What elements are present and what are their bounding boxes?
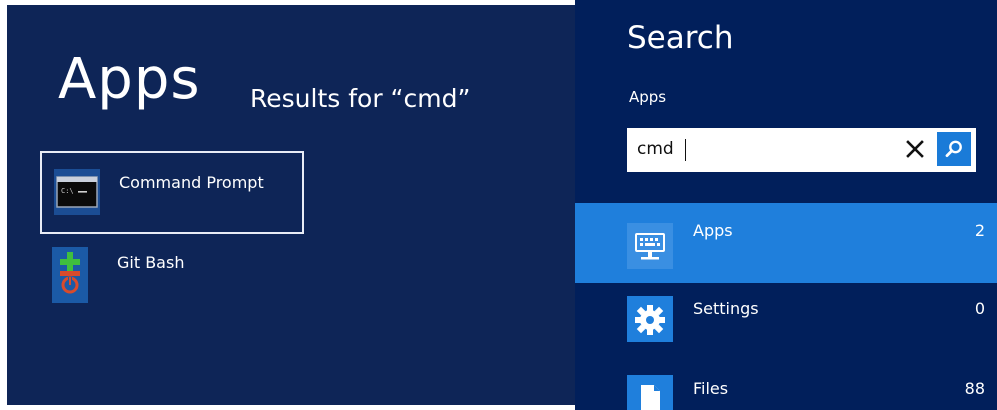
app-result-label: Command Prompt (119, 173, 264, 192)
git-bash-icon-graphic (60, 252, 80, 294)
windows-search-screen: Apps Results for “cmd” C:\ Command Promp… (0, 0, 997, 410)
search-pane: Search Apps cmd Apps 2 Settings 0 Files … (575, 0, 997, 410)
search-icon (945, 140, 962, 157)
git-bash-icon (52, 247, 88, 303)
search-box (627, 128, 976, 172)
clear-search-button[interactable] (906, 140, 924, 158)
gear-icon (627, 296, 673, 342)
scope-item-count: 2 (974, 221, 985, 240)
command-prompt-icon: C:\ (54, 169, 100, 215)
file-icon (627, 375, 673, 410)
scope-item-label: Settings (693, 299, 759, 318)
command-prompt-icon-graphic: C:\ (56, 176, 98, 208)
search-scope-label: Apps (629, 88, 667, 106)
app-result-label: Git Bash (117, 253, 185, 272)
text-caret (685, 139, 686, 161)
scope-item-count: 0 (974, 299, 985, 318)
scope-item-label: Apps (693, 221, 733, 240)
results-query-label: Results for “cmd” (250, 84, 471, 113)
svg-text:C:\: C:\ (61, 187, 74, 195)
keyboard-icon (627, 223, 673, 269)
scope-item-apps[interactable]: Apps 2 (575, 203, 997, 283)
scope-item-settings[interactable]: Settings 0 (575, 283, 997, 361)
results-pane: Apps Results for “cmd” C:\ Command Promp… (7, 5, 575, 405)
scope-item-count: 88 (964, 379, 985, 398)
gear-icon-graphic (635, 305, 665, 335)
app-result-command-prompt[interactable]: C:\ Command Prompt (40, 151, 304, 234)
scope-item-files[interactable]: Files 88 (575, 361, 997, 410)
close-icon[interactable] (901, 134, 929, 164)
search-title: Search (627, 20, 734, 56)
file-icon-graphic (641, 385, 660, 410)
results-heading: Apps (58, 47, 201, 112)
app-result-git-bash[interactable]: Git Bash (40, 239, 304, 311)
search-input[interactable] (637, 137, 887, 161)
search-button[interactable] (937, 132, 971, 166)
scope-item-label: Files (693, 379, 729, 398)
keyboard-icon-graphic (635, 233, 665, 260)
